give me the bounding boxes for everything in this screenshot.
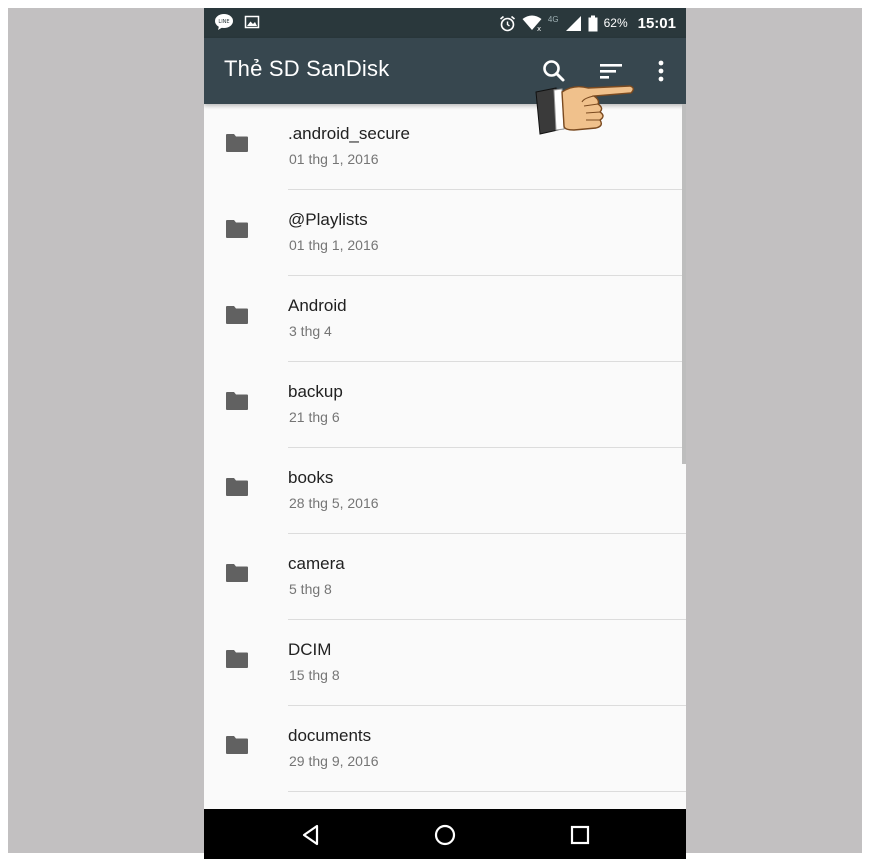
folder-name: books [288,468,334,487]
file-list: .android_secure 01 thg 1, 2016 @Playlist… [204,104,686,792]
folder-icon [226,134,248,152]
folder-date: 15 thg 8 [289,667,340,683]
folder-icon [226,392,248,410]
signal-icon [565,15,581,31]
phone-screen: LINE x 4G 62% 15:01 Thẻ SD SanDisk .andr… [204,8,686,859]
network-type: 4G [547,14,559,24]
folder-date: 5 thg 8 [289,581,332,597]
back-icon[interactable] [299,823,323,847]
folder-item[interactable]: Android 3 thg 4 [204,276,686,362]
folder-name: backup [288,382,343,401]
page-title: Thẻ SD SanDisk [224,56,390,81]
svg-text:x: x [537,25,541,32]
status-time: 15:01 [637,14,676,32]
status-indicators: x 4G 62% 15:01 [499,8,676,38]
folder-name: Android [288,296,347,315]
home-icon[interactable] [433,823,457,847]
line-chat-icon: LINE [215,14,233,30]
folder-icon [226,650,248,668]
status-notifications: LINE [214,13,260,31]
more-vert-icon[interactable] [646,56,676,86]
folder-item[interactable]: camera 5 thg 8 [204,534,686,620]
folder-date: 01 thg 1, 2016 [289,151,379,167]
folder-name: documents [288,726,372,745]
folder-item[interactable]: @Playlists 01 thg 1, 2016 [204,190,686,276]
alarm-icon [499,15,515,31]
folder-name: camera [288,554,345,573]
folder-date: 21 thg 6 [289,409,340,425]
pointing-hand-icon [535,85,634,135]
battery-percent: 62% [603,16,628,30]
folder-item[interactable]: books 28 thg 5, 2016 [204,448,686,534]
folder-icon [226,220,248,238]
folder-name: @Playlists [288,210,368,229]
folder-name: DCIM [288,640,332,659]
svg-text:LINE: LINE [218,19,229,25]
folder-date: 01 thg 1, 2016 [289,237,379,253]
folder-icon [226,478,248,496]
divider [288,791,686,792]
folder-date: 3 thg 4 [289,323,332,339]
folder-item[interactable]: backup 21 thg 6 [204,362,686,448]
scrollbar[interactable] [682,104,686,464]
system-nav-bar [204,809,686,859]
folder-item[interactable]: DCIM 15 thg 8 [204,620,686,706]
image-notification-icon [244,15,260,29]
folder-date: 28 thg 5, 2016 [289,495,379,511]
battery-icon [588,15,598,31]
recents-icon[interactable] [568,823,592,847]
folder-icon [226,736,248,754]
folder-item[interactable]: documents 29 thg 9, 2016 [204,706,686,792]
wifi-icon: x [522,15,542,32]
folder-icon [226,564,248,582]
status-bar: LINE x 4G 62% 15:01 [204,8,686,38]
folder-date: 29 thg 9, 2016 [289,753,379,769]
folder-icon [226,306,248,324]
folder-name: .android_secure [288,124,410,143]
